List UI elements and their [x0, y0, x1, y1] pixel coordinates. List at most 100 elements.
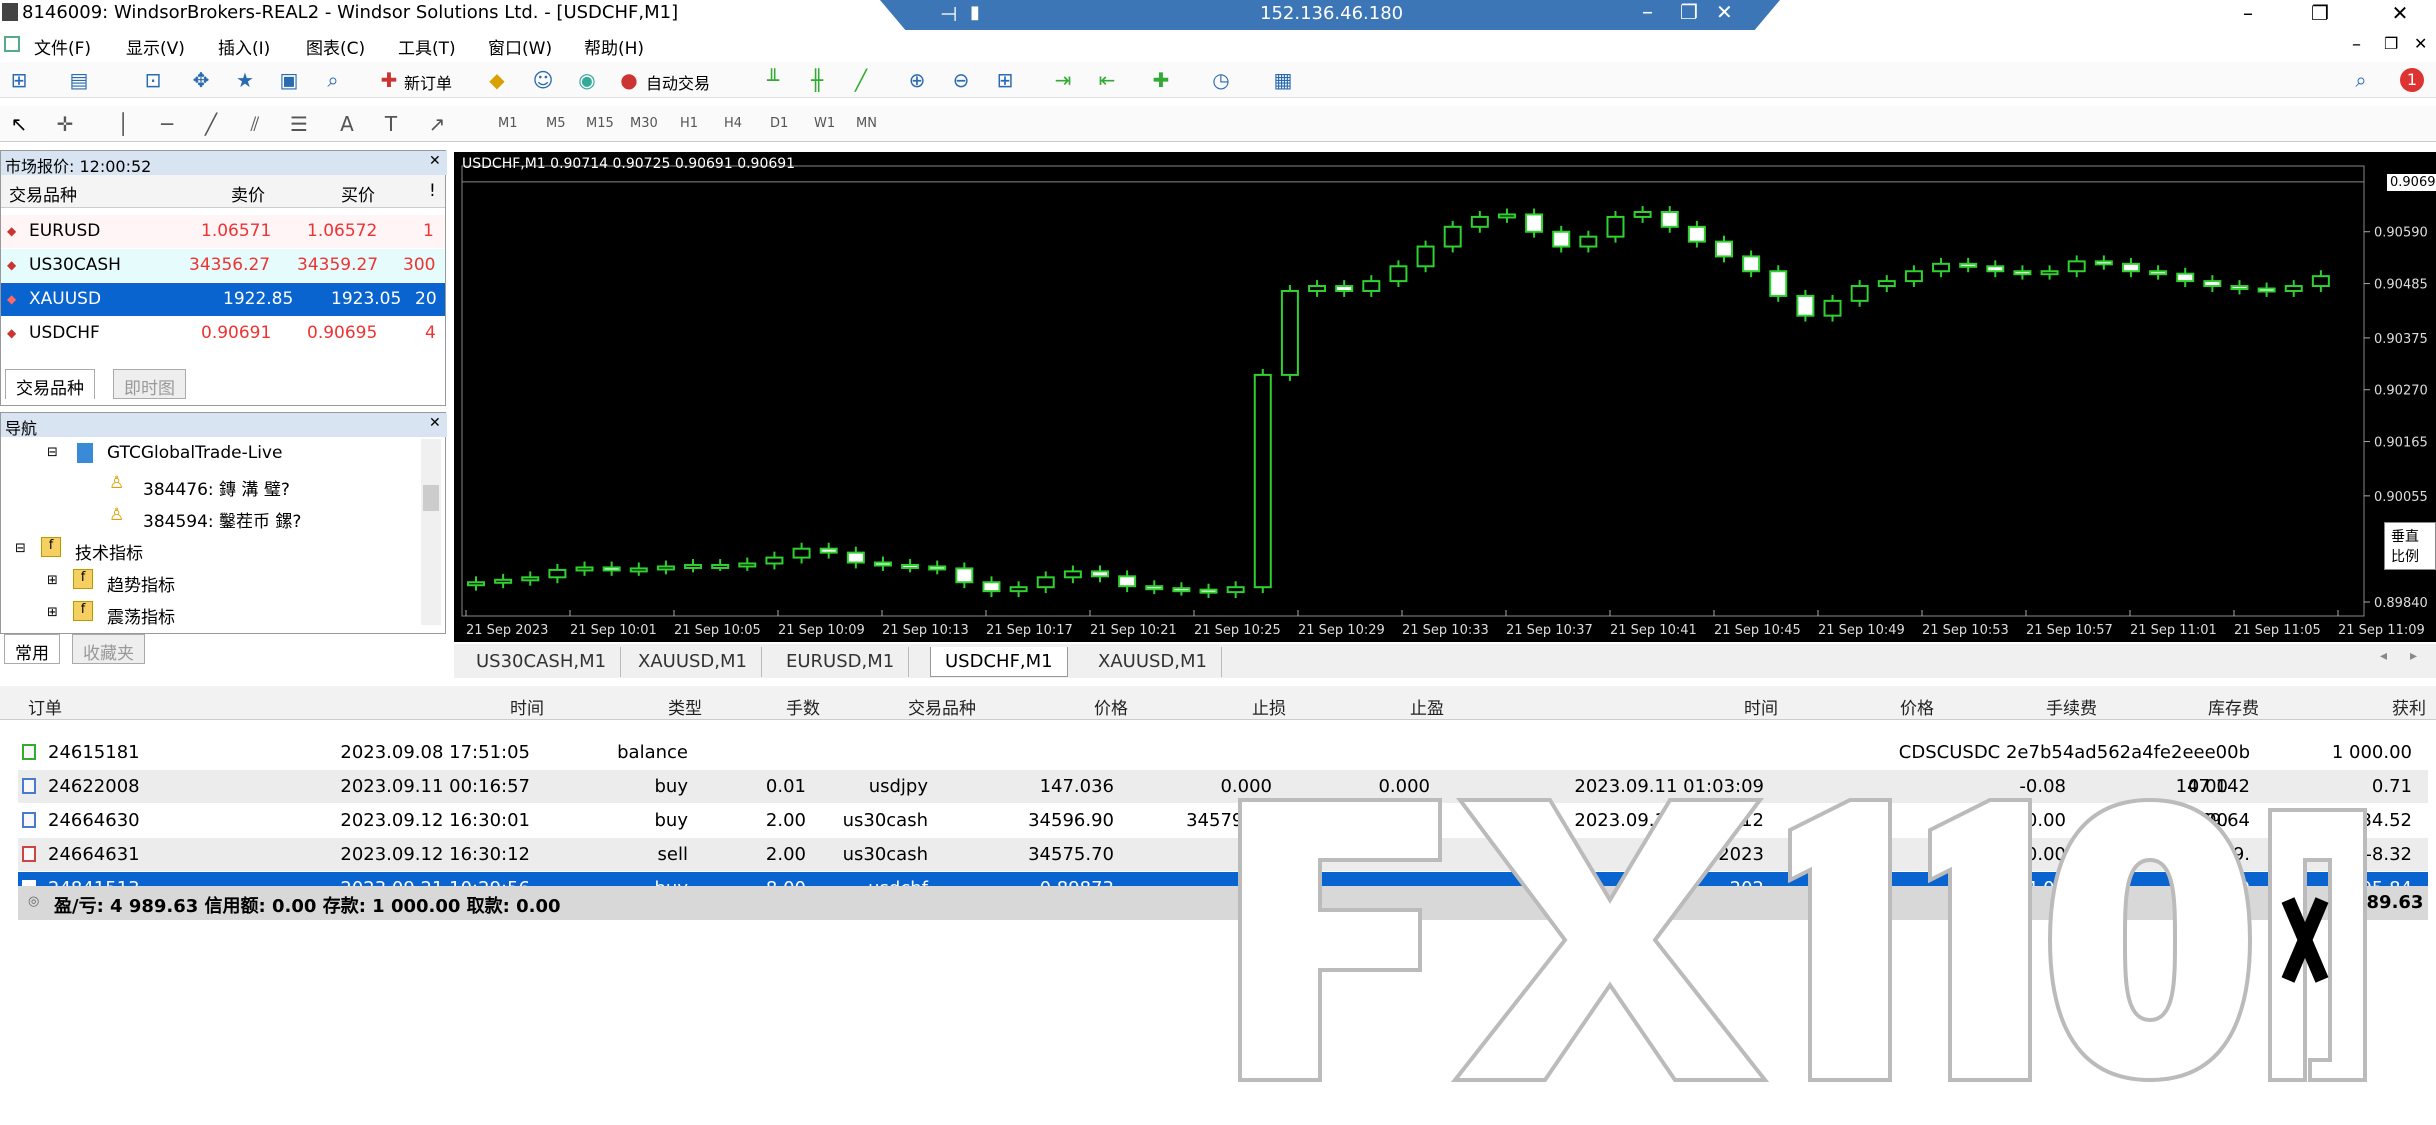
maximize-button[interactable]: ❐ [2300, 0, 2340, 27]
label-icon[interactable]: T [378, 111, 404, 137]
menu-tools[interactable]: 工具(T) [398, 34, 456, 59]
tab-us30cash[interactable]: US30CASH,M1 [462, 647, 622, 677]
expand-icon[interactable]: ⊞ [47, 605, 58, 620]
col-open-time[interactable]: 时间 [510, 694, 544, 719]
signals-icon[interactable]: ◉ [574, 67, 600, 93]
tf-mn[interactable]: MN [856, 116, 877, 131]
panel-close-icon[interactable]: ✕ [429, 153, 441, 169]
col-bid[interactable]: 卖价 [231, 181, 265, 206]
tab-xauusd[interactable]: XAUUSD,M1 [624, 647, 762, 677]
tab-tick-chart[interactable]: 即时图 [113, 369, 186, 399]
metaeditor-icon[interactable]: ◆ [484, 67, 510, 93]
notification-icon[interactable]: 1 [2400, 68, 2424, 92]
list-item-selected[interactable]: ◆ XAUUSD 1922.85 1923.05 20 [1, 283, 445, 316]
tab-common[interactable]: 常用 [4, 634, 60, 664]
vertical-line-icon[interactable]: │ [110, 111, 136, 137]
trendline-icon[interactable]: ╱ [198, 111, 224, 137]
col-symbol[interactable]: 交易品种 [908, 694, 976, 719]
tf-m5[interactable]: M5 [546, 116, 566, 131]
list-item[interactable]: ◆ EURUSD 1.06571 1.06572 1 [1, 215, 445, 248]
tab-xauusd-2[interactable]: XAUUSD,M1 [1084, 647, 1222, 677]
list-item[interactable]: ◆ USDCHF 0.90691 0.90695 4 [1, 317, 445, 350]
fibonacci-icon[interactable]: ☰ [286, 111, 312, 137]
tree-indicators[interactable]: 技术指标 [75, 539, 143, 564]
zoom-in-icon[interactable]: ⊕ [904, 67, 930, 93]
tab-scroll-right-icon[interactable]: ▸ [2410, 648, 2417, 664]
new-order-icon[interactable]: ✚ [376, 67, 402, 93]
menu-insert[interactable]: 插入(I) [218, 34, 270, 59]
tf-m15[interactable]: M15 [586, 116, 614, 131]
col-spread[interactable]: ! [429, 181, 436, 201]
col-lots[interactable]: 手数 [786, 694, 820, 719]
data-window-icon[interactable]: ✥ [188, 67, 214, 93]
menu-file[interactable]: 文件(F) [34, 34, 91, 59]
cursor-icon[interactable]: ↖ [6, 111, 32, 137]
tf-d1[interactable]: D1 [770, 116, 788, 131]
rdp-minimize-icon[interactable]: – [1642, 0, 1653, 25]
navigator-icon[interactable]: ★ [232, 67, 258, 93]
col-type[interactable]: 类型 [668, 694, 702, 719]
text-icon[interactable]: A [334, 111, 360, 137]
child-close-icon[interactable]: ✕ [2414, 34, 2427, 53]
tab-favorites[interactable]: 收藏夹 [72, 634, 145, 664]
col-ask[interactable]: 买价 [341, 181, 375, 206]
table-row[interactable]: 24615181 2023.09.08 17:51:05 balance CDSCUS… [18, 736, 2428, 769]
tf-h1[interactable]: H1 [680, 116, 698, 131]
people-icon[interactable]: ☺ [530, 67, 556, 93]
col-open-price[interactable]: 价格 [1094, 694, 1128, 719]
col-close-time[interactable]: 时间 [1744, 694, 1778, 719]
menu-chart[interactable]: 图表(C) [306, 34, 365, 59]
indicators-icon[interactable]: ✚ [1148, 67, 1174, 93]
col-profit[interactable]: 获利 [2392, 694, 2426, 719]
minimize-button[interactable]: – [2228, 0, 2268, 27]
expand-icon[interactable]: ⊞ [47, 573, 58, 588]
scrollbar-thumb[interactable] [423, 485, 439, 511]
horizontal-line-icon[interactable]: ─ [154, 111, 180, 137]
templates-icon[interactable]: ▦ [1270, 67, 1296, 93]
new-chart-icon[interactable]: ⊞ [6, 67, 32, 93]
rdp-close-icon[interactable]: ✕ [1716, 0, 1733, 24]
pin-icon[interactable]: ⊣ [940, 2, 957, 26]
tf-m30[interactable]: M30 [630, 116, 658, 131]
tf-h4[interactable]: H4 [724, 116, 742, 131]
terminal-icon[interactable]: ▣ [276, 67, 302, 93]
child-minimize-icon[interactable]: – [2352, 34, 2361, 55]
search-icon[interactable]: ⌕ [2348, 67, 2374, 93]
market-watch-icon[interactable]: ⊡ [140, 67, 166, 93]
col-commission[interactable]: 手续费 [2046, 694, 2097, 719]
candlestick-icon[interactable]: ╫ [804, 67, 830, 93]
line-chart-icon[interactable]: ╱ [848, 67, 874, 93]
collapse-icon[interactable]: ⊟ [47, 445, 58, 460]
tree-trend-indicators[interactable]: 趋势指标 [107, 571, 175, 596]
tree-oscillators[interactable]: 震荡指标 [107, 603, 175, 628]
auto-trade-button[interactable]: 自动交易 [646, 70, 710, 94]
tester-icon[interactable]: ⌕ [320, 67, 346, 93]
autoscroll-icon[interactable]: ⇤ [1094, 67, 1120, 93]
arrows-icon[interactable]: ↗ [424, 111, 450, 137]
account-server[interactable]: GTCGlobalTrade-Live [107, 443, 282, 463]
bar-chart-icon[interactable]: ╨ [760, 67, 786, 93]
tf-m1[interactable]: M1 [498, 116, 518, 131]
col-close-price[interactable]: 价格 [1900, 694, 1934, 719]
tab-symbols[interactable]: 交易品种 [5, 369, 95, 399]
channel-icon[interactable]: ⫽ [242, 111, 268, 137]
new-order-button[interactable]: 新订单 [404, 70, 452, 94]
collapse-icon[interactable]: ⊟ [15, 541, 26, 556]
menu-view[interactable]: 显示(V) [126, 34, 185, 59]
tile-windows-icon[interactable]: ⊞ [992, 67, 1018, 93]
list-item[interactable]: ◆ US30CASH 34356.27 34359.27 300 [1, 249, 445, 282]
crosshair-icon[interactable]: ✛ [52, 111, 78, 137]
col-sl[interactable]: 止损 [1252, 694, 1286, 719]
col-symbol[interactable]: 交易品种 [9, 181, 77, 206]
periods-icon[interactable]: ◷ [1208, 67, 1234, 93]
menu-help[interactable]: 帮助(H) [584, 34, 644, 59]
tab-usdchf-active[interactable]: USDCHF,M1 [930, 647, 1068, 677]
menu-window[interactable]: 窗口(W) [488, 34, 552, 59]
col-swap[interactable]: 库存费 [2208, 694, 2259, 719]
tab-scroll-left-icon[interactable]: ◂ [2380, 648, 2387, 664]
rdp-restore-icon[interactable]: ❐ [1680, 0, 1698, 24]
panel-close-icon[interactable]: ✕ [429, 415, 441, 431]
col-order[interactable]: 订单 [28, 694, 62, 719]
col-tp[interactable]: 止盈 [1410, 694, 1444, 719]
auto-trade-icon[interactable]: ● [616, 67, 642, 93]
